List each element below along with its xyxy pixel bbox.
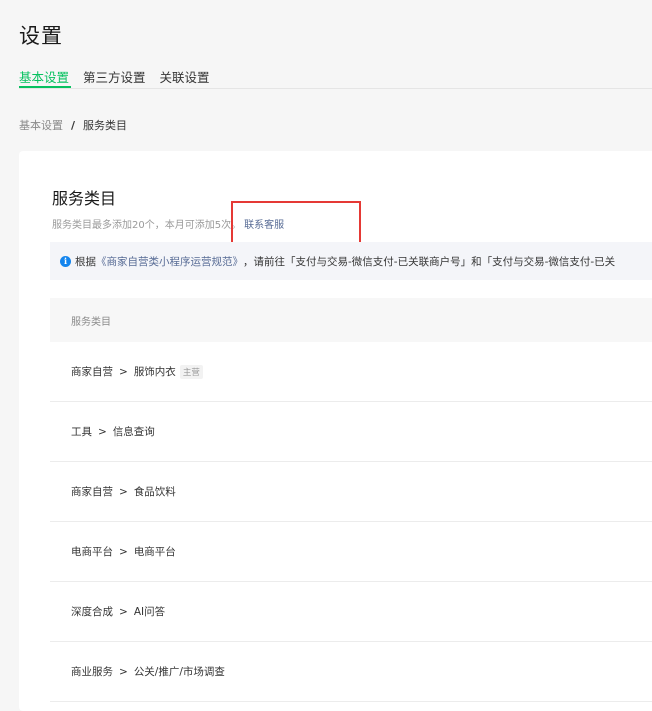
policy-notice: i 根据 《商家自营类小程序运营规范》 ，请前往「支付与交易-微信支付-已关联商…	[50, 242, 652, 280]
info-icon: i	[60, 255, 71, 267]
category-primary: 工具	[71, 426, 92, 438]
category-list: 商家自营 > 服饰内衣 主营 工具 > 信息查询 商家自营 > 食品饮料 电商平…	[50, 342, 652, 702]
breadcrumb-basic-settings[interactable]: 基本设置	[19, 117, 63, 133]
notice-prefix: 根据	[75, 255, 96, 268]
chevron-separator: >	[98, 425, 107, 438]
table-row: 深度合成 > AI问答	[50, 582, 652, 642]
category-primary: 商家自营	[71, 486, 113, 498]
notice-text: ，请前往「支付与交易-微信支付-已关联商户号」和「支付与交易-微信支付-已关	[243, 255, 616, 268]
category-primary: 深度合成	[71, 606, 113, 618]
table-row: 商家自营 > 服饰内衣 主营	[50, 342, 652, 402]
limit-description: 服务类目最多添加20个，本月可添加5次。	[52, 220, 242, 231]
chevron-separator: >	[119, 545, 128, 558]
breadcrumb-separator: /	[71, 118, 76, 132]
chevron-separator: >	[119, 365, 128, 378]
category-secondary: 电商平台	[133, 546, 176, 558]
category-primary: 商业服务	[71, 666, 113, 678]
table-row: 商家自营 > 食品饮料	[50, 462, 652, 522]
category-secondary: 公关/推广/市场调查	[133, 666, 225, 678]
category-secondary: 食品饮料	[133, 486, 176, 498]
page-title: 设置	[19, 24, 63, 48]
tabs-divider	[19, 88, 652, 89]
table-row: 工具 > 信息查询	[50, 402, 652, 462]
breadcrumb-current: 服务类目	[83, 119, 128, 132]
chevron-separator: >	[119, 485, 128, 498]
category-secondary: 信息查询	[112, 426, 155, 438]
category-secondary: AI问答	[133, 606, 166, 618]
highlight-annotation-box	[231, 201, 361, 247]
category-primary: 电商平台	[71, 546, 113, 558]
category-secondary: 服饰内衣	[133, 366, 176, 378]
table-row: 商业服务 > 公关/推广/市场调查	[50, 642, 652, 702]
table-header: 服务类目	[50, 298, 652, 342]
main-category-badge: 主营	[179, 364, 203, 379]
service-category-card: 服务类目 服务类目最多添加20个，本月可添加5次。 联系客服 i 根据 《商家自营…	[19, 151, 652, 711]
chevron-separator: >	[119, 605, 128, 618]
table-row: 电商平台 > 电商平台	[50, 522, 652, 582]
category-primary: 商家自营	[71, 366, 113, 378]
card-title: 服务类目	[52, 189, 117, 208]
breadcrumb: 基本设置 / 服务类目	[19, 117, 127, 133]
chevron-separator: >	[119, 665, 128, 678]
policy-link[interactable]: 《商家自营类小程序运营规范》	[96, 254, 243, 269]
